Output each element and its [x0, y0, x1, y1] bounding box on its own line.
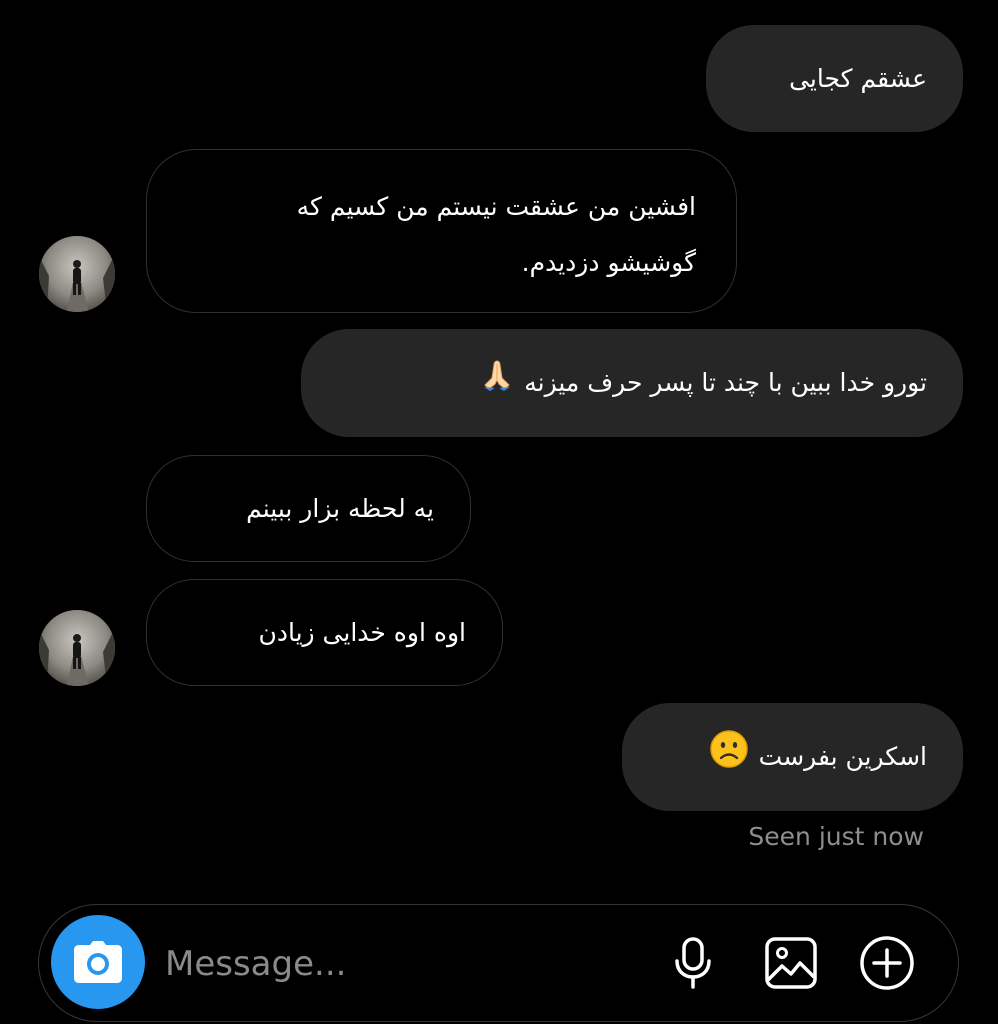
message-bubble-received[interactable]: اوه اوه خدایی زیادن: [146, 579, 503, 686]
message-input[interactable]: [163, 933, 547, 995]
plus-circle-icon: [860, 936, 914, 990]
message-text: تورو خدا ببین با چند تا پسر حرف میزنه: [524, 368, 927, 397]
camera-button[interactable]: [51, 915, 145, 1009]
avatar[interactable]: [39, 236, 115, 312]
message-text-line-2: گوشیشو دزدیدم.: [521, 248, 696, 277]
message-text: یه لحظه بزار ببینم: [246, 493, 434, 523]
image-icon: [765, 937, 817, 989]
message-bubble-sent[interactable]: تورو خدا ببین با چند تا پسر حرف میزنه: [301, 329, 963, 437]
avatar[interactable]: [39, 610, 115, 686]
seen-status: Seen just now: [748, 822, 924, 851]
message-composer: [38, 904, 959, 1022]
frowning-face-emoji: [709, 729, 749, 785]
message-text: اسکرین بفرست: [758, 742, 927, 771]
avatar-photo: [39, 236, 115, 312]
gallery-button[interactable]: [761, 933, 821, 993]
message-text: عشقم کجایی: [789, 63, 927, 93]
message-bubble-sent[interactable]: اسکرین بفرست: [622, 703, 963, 811]
message-text-line-1: افشین من عشقت نیستم من کسیم که: [296, 192, 696, 221]
voice-message-button[interactable]: [663, 933, 723, 993]
microphone-icon: [675, 937, 711, 989]
message-bubble-received[interactable]: یه لحظه بزار ببینم: [146, 455, 471, 562]
message-bubble-sent[interactable]: عشقم کجایی: [706, 25, 963, 132]
folded-hands-emoji: [480, 358, 514, 408]
message-bubble-received[interactable]: افشین من عشقت نیستم من کسیم که گوشیشو دز…: [146, 149, 737, 313]
message-text: اوه اوه خدایی زیادن: [258, 617, 466, 647]
more-options-button[interactable]: [857, 933, 917, 993]
camera-icon: [74, 941, 122, 983]
avatar-photo: [39, 610, 115, 686]
